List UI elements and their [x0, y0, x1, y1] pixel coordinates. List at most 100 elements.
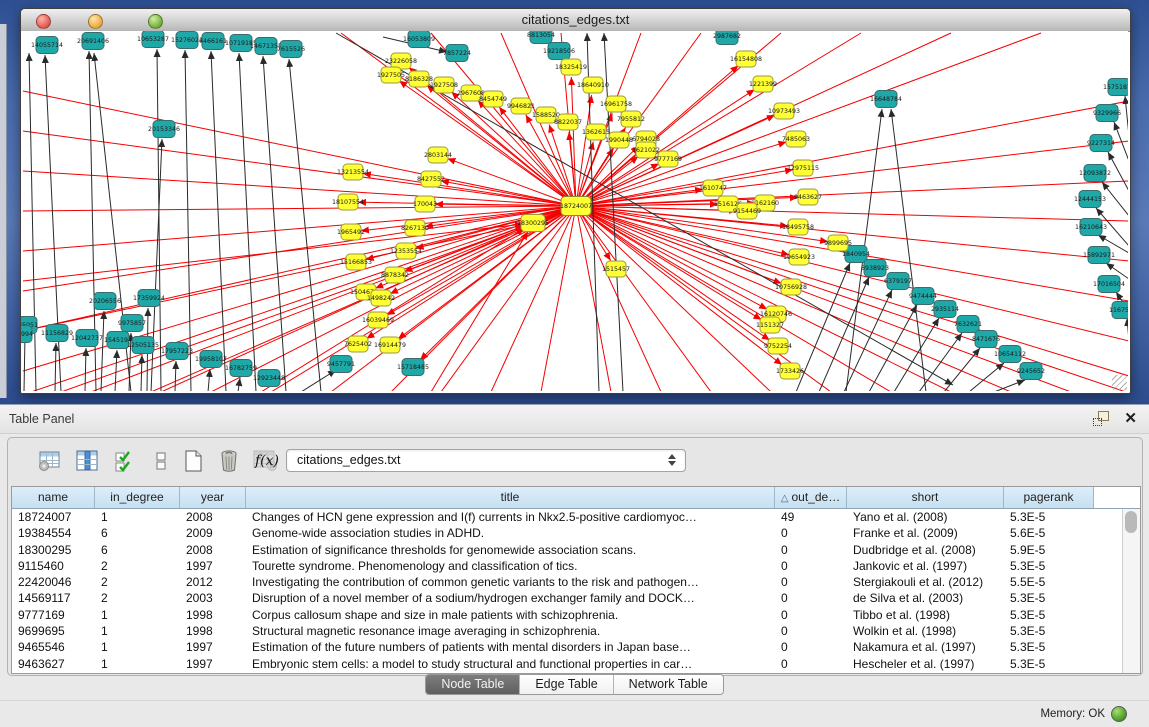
graph-node[interactable]: 9245652: [1017, 363, 1045, 380]
clear-selection-icon[interactable]: [148, 448, 174, 474]
graph-node[interactable]: 19218506: [543, 43, 575, 60]
table-row[interactable]: 969969511998Structural magnetic resonanc…: [12, 623, 1140, 639]
graph-node[interactable]: 7485063: [782, 131, 810, 147]
graph-node[interactable]: 6466161: [199, 33, 227, 50]
table-row[interactable]: 2242004622012Investigating the contribut…: [12, 574, 1140, 590]
table-row[interactable]: 1456911722003Disruption of a novel membe…: [12, 590, 1140, 606]
graph-node[interactable]: 9329966: [1093, 105, 1121, 122]
graph-node[interactable]: 20206556: [89, 293, 121, 310]
float-panel-icon[interactable]: [1093, 411, 1109, 426]
graph-node[interactable]: 8454749: [479, 91, 507, 107]
graph-node[interactable]: 12353554: [390, 243, 422, 259]
graph-node[interactable]: 9975857: [118, 315, 146, 332]
select-all-icon[interactable]: [112, 448, 138, 474]
graph-node[interactable]: 391994: [21, 326, 33, 343]
graph-node[interactable]: 9154469: [733, 203, 761, 219]
graph-node[interactable]: 8813054: [527, 31, 555, 44]
graph-node[interactable]: 12042737: [71, 330, 103, 347]
graph-node[interactable]: 1498242: [367, 290, 395, 306]
graph-node[interactable]: 12444153: [1074, 191, 1106, 208]
graph-node[interactable]: 12093872: [1079, 165, 1111, 182]
graph-node[interactable]: 20153346: [148, 121, 180, 138]
graph-node[interactable]: 1610747: [699, 180, 727, 196]
graph-node[interactable]: 1221399: [749, 76, 777, 92]
tab-edge-table[interactable]: Edge Table: [519, 675, 612, 694]
column-header-out_degree[interactable]: △out_de…: [775, 487, 847, 508]
graph-node[interactable]: 10654112: [994, 346, 1026, 363]
table-row[interactable]: 911546021997Tourette syndrome. Phenomeno…: [12, 558, 1140, 574]
graph-node[interactable]: 9457791: [327, 356, 355, 373]
graph-node[interactable]: 8186328: [405, 71, 433, 87]
graph-node[interactable]: 8878342: [381, 267, 409, 283]
graph-node[interactable]: 9777169: [654, 151, 682, 167]
graph-node[interactable]: 18495758: [782, 219, 814, 235]
table-row[interactable]: 1872400712008Changes of HCN gene express…: [12, 509, 1140, 525]
graph-node[interactable]: 7857224: [443, 45, 471, 62]
network-canvas[interactable]: 1405571420691406106532871527602164661611…: [21, 31, 1128, 391]
graph-node[interactable]: 8267130: [401, 220, 429, 236]
table-row[interactable]: 977716911998Corpus callosum shape and si…: [12, 607, 1140, 623]
column-header-year[interactable]: year: [180, 487, 246, 508]
graph-node[interactable]: 15718485: [397, 359, 429, 376]
graph-node[interactable]: 12923448: [253, 370, 285, 387]
graph-node[interactable]: 19654923: [783, 249, 815, 265]
graph-node[interactable]: 7615526: [277, 41, 305, 58]
graph-node[interactable]: 17016504: [1093, 276, 1125, 293]
resize-grip[interactable]: [1112, 375, 1127, 390]
table-row[interactable]: 946362711997Embryonic stem cells: a mode…: [12, 656, 1140, 672]
graph-node[interactable]: 1151327: [756, 317, 784, 333]
table-row[interactable]: 946554611997Estimation of the future num…: [12, 639, 1140, 655]
column-header-short[interactable]: short: [847, 487, 1004, 508]
graph-node[interactable]: 14055714: [31, 37, 63, 54]
graph-node[interactable]: 9463627: [794, 189, 822, 205]
column-header-title[interactable]: title: [246, 487, 775, 508]
graph-node[interactable]: 7955812: [617, 111, 645, 127]
graph-node[interactable]: 9946821: [507, 98, 535, 114]
graph-node[interactable]: 9899695: [824, 235, 852, 251]
graph-node[interactable]: 11156829: [41, 325, 73, 342]
graph-node[interactable]: 1733426: [776, 363, 804, 379]
graph-node[interactable]: 18724007: [560, 197, 592, 216]
graph-node[interactable]: 12975115: [787, 160, 819, 176]
graph-node[interactable]: 2803144: [424, 147, 452, 163]
function-builder-icon[interactable]: f(x): [254, 448, 280, 474]
graph-node[interactable]: 16210643: [1075, 219, 1107, 236]
graph-node[interactable]: 1990448: [605, 132, 633, 148]
close-panel-icon[interactable]: ✕: [1124, 409, 1137, 427]
graph-node[interactable]: 12505135: [127, 337, 159, 354]
graph-node[interactable]: 16039469: [362, 312, 394, 328]
table-vertical-scrollbar[interactable]: [1122, 509, 1140, 673]
table-row[interactable]: 1830029562008Estimation of significance …: [12, 542, 1140, 558]
select-column-icon[interactable]: [74, 448, 100, 474]
graph-node[interactable]: 17359924: [133, 290, 165, 307]
column-header-pagerank[interactable]: pagerank: [1004, 487, 1094, 508]
column-header-in_degree[interactable]: in_degree: [95, 487, 180, 508]
network-window-titlebar[interactable]: citations_edges.txt: [21, 9, 1130, 32]
graph-node[interactable]: 1167533: [1109, 302, 1128, 319]
delete-column-icon[interactable]: [216, 448, 242, 474]
graph-node[interactable]: 9752254: [764, 338, 792, 354]
memory-ok-icon[interactable]: [1111, 706, 1127, 722]
graph-node[interactable]: 2987682: [713, 31, 741, 45]
graph-node[interactable]: 17957223: [161, 343, 193, 360]
graph-node[interactable]: 18300295: [517, 215, 549, 232]
graph-node[interactable]: 15892971: [1083, 247, 1115, 264]
table-settings-icon[interactable]: [36, 448, 62, 474]
graph-node[interactable]: 16961758: [600, 96, 632, 112]
graph-node[interactable]: 170043: [413, 196, 437, 212]
graph-node[interactable]: 7625402: [344, 336, 372, 352]
graph-node[interactable]: 9227314: [1087, 135, 1115, 152]
graph-node[interactable]: 10653287: [137, 31, 169, 48]
scrollbar-thumb[interactable]: [1125, 511, 1137, 533]
graph-node[interactable]: 6379197: [884, 273, 912, 290]
graph-node[interactable]: 19958107: [195, 351, 227, 368]
tab-node-table[interactable]: Node Table: [426, 675, 519, 694]
graph-node[interactable]: 15751874: [1103, 79, 1128, 96]
graph-node[interactable]: 7632621: [954, 316, 982, 333]
graph-node[interactable]: 2935114: [931, 301, 959, 318]
graph-node[interactable]: 8471676: [972, 331, 1000, 348]
column-header-name[interactable]: name: [12, 487, 95, 508]
tab-network-table[interactable]: Network Table: [613, 675, 723, 694]
graph-node[interactable]: 8822037: [554, 114, 582, 130]
graph-node[interactable]: 16914479: [374, 337, 406, 353]
